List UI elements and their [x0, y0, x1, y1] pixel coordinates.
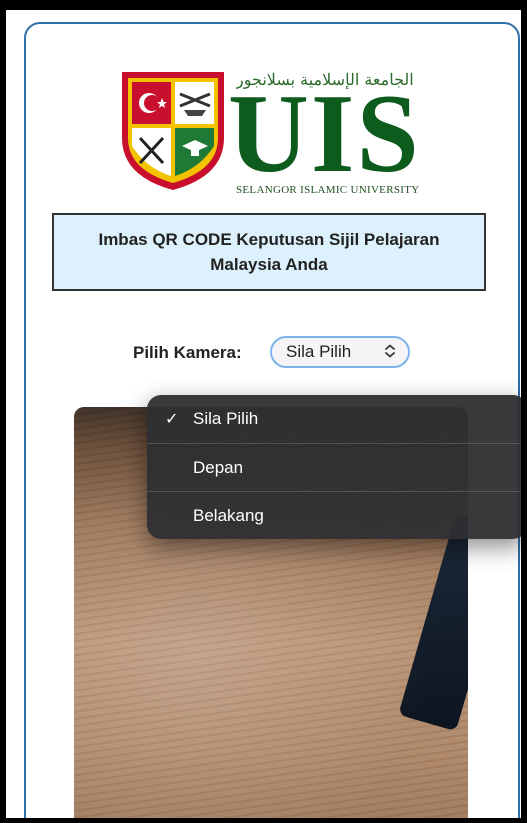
camera-select-value: Sila Pilih: [286, 342, 352, 361]
camera-option-sila-pilih[interactable]: ✓ Sila Pilih: [147, 395, 521, 443]
chevron-up-down-icon: [384, 344, 396, 361]
phone-screen: الجامعة الإسلامية بسلانجور UIS SELANGOR …: [6, 10, 521, 818]
camera-select[interactable]: Sila Pilih: [270, 336, 410, 368]
university-logo: الجامعة الإسلامية بسلانجور UIS SELANGOR …: [118, 68, 428, 198]
option-label: Belakang: [193, 505, 264, 525]
camera-option-depan[interactable]: Depan: [147, 443, 521, 491]
option-label: Depan: [193, 457, 244, 477]
logo-acronym: UIS: [228, 72, 421, 196]
camera-option-belakang[interactable]: Belakang: [147, 491, 521, 539]
crest-icon: [122, 72, 224, 190]
camera-picker-row: Pilih Kamera: Sila Pilih: [6, 334, 521, 374]
page-headline: Imbas QR CODE Keputusan Sijil Pelajaran …: [52, 213, 486, 291]
camera-dropdown-menu: ✓ Sila Pilih Depan Belakang: [147, 395, 521, 539]
option-label: Sila Pilih: [193, 409, 259, 428]
camera-label: Pilih Kamera:: [133, 343, 242, 362]
checkmark-icon: ✓: [165, 411, 179, 428]
logo-university-name: SELANGOR ISLAMIC UNIVERSITY: [236, 184, 420, 196]
